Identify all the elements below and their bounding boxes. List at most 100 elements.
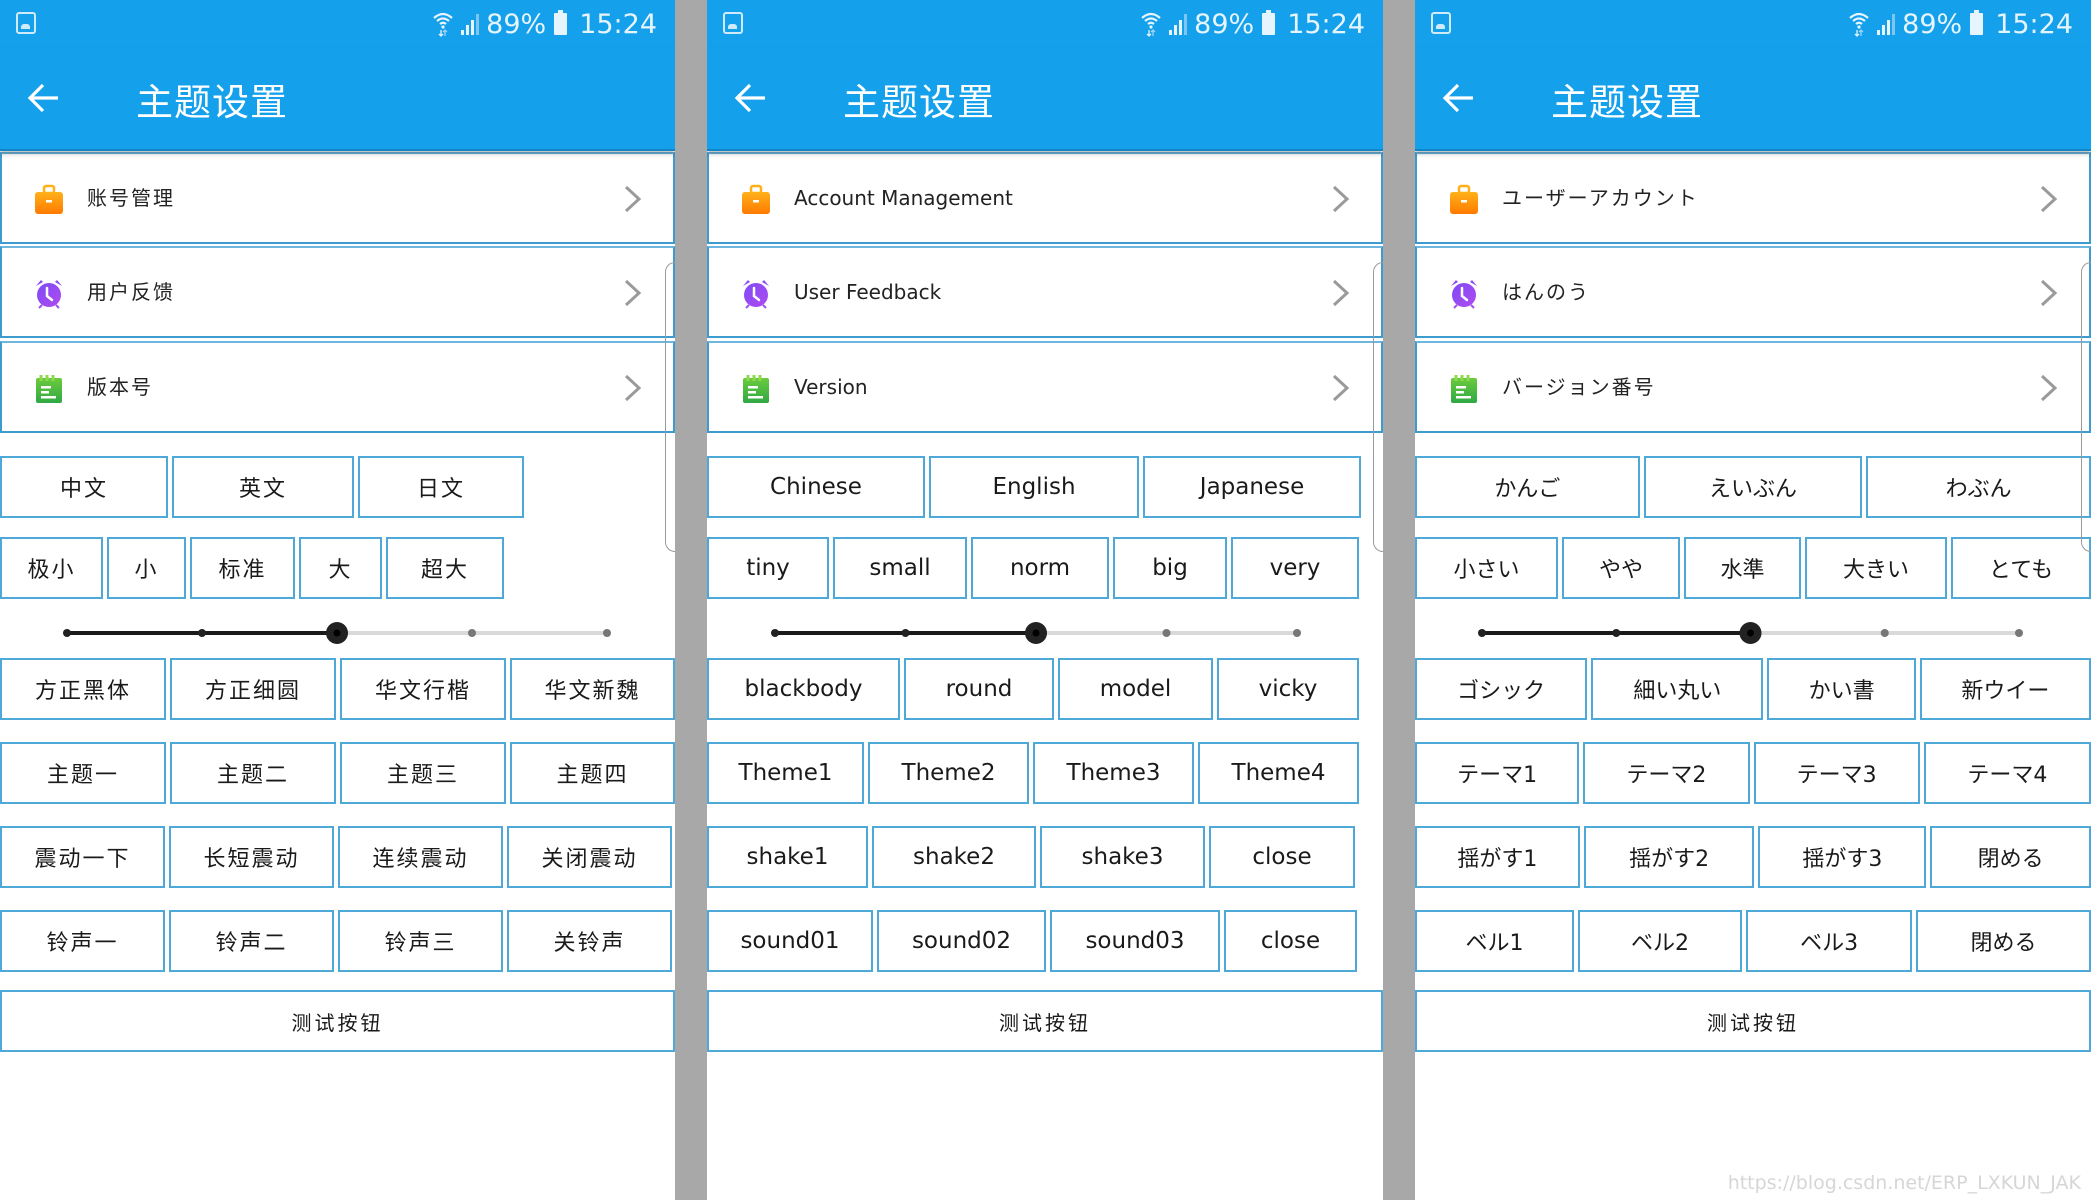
language-button[interactable]: わぶん [1866, 456, 2091, 518]
theme-button[interactable]: Theme1 [707, 742, 864, 804]
sound-button[interactable]: 閉める [1916, 910, 2091, 972]
font-size-button[interactable]: 超大 [386, 537, 504, 599]
test-button[interactable]: 测试按钮 [0, 990, 675, 1052]
sound-button[interactable]: 铃声三 [338, 910, 503, 972]
font-family-button[interactable]: 方正细圆 [170, 658, 336, 720]
font-size-button[interactable]: 大 [299, 537, 382, 599]
font-family-button[interactable]: vicky [1217, 658, 1359, 720]
vibration-button[interactable]: 关闭震动 [507, 826, 672, 888]
font-size-slider[interactable] [707, 613, 1383, 653]
vibration-button[interactable]: 揺がす3 [1758, 826, 1927, 888]
menu-item-feedback[interactable]: User Feedback [707, 246, 1383, 338]
language-button[interactable]: 中文 [0, 456, 168, 518]
test-button[interactable]: 测试按钮 [1415, 990, 2091, 1052]
notepad-icon [740, 373, 772, 405]
language-button[interactable]: かんご [1415, 456, 1640, 518]
menu-item-feedback[interactable]: はんのう [1415, 246, 2091, 338]
font-family-button[interactable]: 华文新魏 [510, 658, 675, 720]
font-family-button[interactable]: round [904, 658, 1054, 720]
slider-tick [1478, 629, 1486, 637]
theme-button[interactable]: Theme2 [868, 742, 1029, 804]
font-family-button[interactable]: 华文行楷 [340, 658, 506, 720]
alarm-clock-icon [33, 278, 65, 310]
sound-button[interactable]: sound02 [877, 910, 1046, 972]
slider-tick [2015, 629, 2023, 637]
language-button[interactable]: えいぶん [1643, 456, 1863, 518]
font-size-slider[interactable] [0, 613, 675, 653]
font-size-button[interactable]: norm [971, 537, 1109, 599]
vibration-button[interactable]: 閉める [1930, 826, 2091, 888]
back-button[interactable] [733, 80, 769, 116]
theme-button[interactable]: テーマ4 [1923, 742, 2091, 804]
sound-button[interactable]: 铃声一 [0, 910, 165, 972]
test-button[interactable]: 测试按钮 [707, 990, 1383, 1052]
font-family-button[interactable]: blackbody [707, 658, 900, 720]
vibration-button[interactable]: 震动一下 [0, 826, 165, 888]
sound-button[interactable]: ベル3 [1746, 910, 1913, 972]
menu-item-version[interactable]: 版本号 [0, 341, 675, 433]
menu-item-account[interactable]: ユーザーアカウント [1415, 152, 2091, 244]
vibration-button[interactable]: 连续震动 [338, 826, 503, 888]
font-size-button[interactable]: 大きい [1805, 537, 1947, 599]
theme-button[interactable]: 主题三 [340, 742, 506, 804]
menu-item-version[interactable]: Version [707, 341, 1383, 433]
language-button[interactable]: Chinese [707, 456, 925, 518]
font-size-button[interactable]: 标准 [190, 537, 295, 599]
vibration-button[interactable]: shake3 [1040, 826, 1205, 888]
theme-button[interactable]: テーマ1 [1415, 742, 1580, 804]
sound-button[interactable]: sound01 [707, 910, 873, 972]
menu-item-version[interactable]: バージョン番号 [1415, 341, 2091, 433]
vibration-button-row: shake1 shake2 shake3 close [707, 826, 1383, 888]
vibration-button[interactable]: 揺がす1 [1415, 826, 1580, 888]
font-family-button[interactable]: 方正黑体 [0, 658, 166, 720]
font-size-button[interactable]: very [1231, 537, 1359, 599]
theme-button[interactable]: テーマ2 [1583, 742, 1750, 804]
vibration-button[interactable]: shake2 [872, 826, 1036, 888]
vibration-button[interactable]: 揺がす2 [1583, 826, 1755, 888]
slider-tick [771, 629, 779, 637]
sound-button[interactable]: sound03 [1050, 910, 1220, 972]
font-size-button[interactable]: 水準 [1684, 537, 1801, 599]
sound-button[interactable]: ベル2 [1578, 910, 1743, 972]
font-size-button[interactable]: tiny [707, 537, 829, 599]
theme-button[interactable]: テーマ3 [1753, 742, 1920, 804]
font-size-button[interactable]: やや [1562, 537, 1680, 599]
theme-button[interactable]: 主题四 [510, 742, 675, 804]
menu-item-feedback[interactable]: 用户反馈 [0, 246, 675, 338]
font-family-button[interactable]: 細い丸い [1591, 658, 1764, 720]
sound-button[interactable]: 铃声二 [169, 910, 334, 972]
sound-button[interactable]: 关铃声 [507, 910, 672, 972]
language-button[interactable]: English [929, 456, 1139, 518]
sound-button[interactable]: close [1224, 910, 1357, 972]
slider-tick [1162, 629, 1171, 637]
language-button[interactable]: Japanese [1143, 456, 1361, 518]
font-size-slider[interactable] [1415, 613, 2091, 653]
font-size-button[interactable]: 小 [107, 537, 186, 599]
font-size-button[interactable]: big [1113, 537, 1227, 599]
font-family-button[interactable]: 新ウイー [1919, 658, 2091, 720]
back-button[interactable] [26, 80, 62, 116]
theme-button[interactable]: Theme4 [1198, 742, 1359, 804]
font-family-button[interactable]: かい書 [1767, 658, 1916, 720]
vibration-button[interactable]: shake1 [707, 826, 868, 888]
vibration-button[interactable]: 长短震动 [169, 826, 334, 888]
language-button[interactable]: 英文 [172, 456, 354, 518]
font-size-button[interactable]: 极小 [0, 537, 103, 599]
vibration-button[interactable]: close [1209, 826, 1355, 888]
font-family-button[interactable]: ゴシック [1415, 658, 1588, 720]
watermark: https://blog.csdn.net/ERP_LXKUN_JAK [1727, 1172, 2081, 1194]
font-family-button[interactable]: model [1058, 658, 1213, 720]
language-button[interactable]: 日文 [358, 456, 524, 518]
font-size-button[interactable]: 小さい [1415, 537, 1558, 599]
font-size-button[interactable]: small [833, 537, 967, 599]
back-button[interactable] [1441, 80, 1477, 116]
arrow-left-icon [734, 83, 765, 113]
menu-item-account[interactable]: Account Management [707, 152, 1383, 244]
notepad-icon [1448, 373, 1480, 405]
font-size-button[interactable]: とても [1951, 537, 2091, 599]
theme-button[interactable]: Theme3 [1033, 742, 1194, 804]
theme-button[interactable]: 主题二 [170, 742, 336, 804]
sound-button[interactable]: ベル1 [1415, 910, 1575, 972]
menu-item-account[interactable]: 账号管理 [0, 152, 675, 244]
theme-button[interactable]: 主题一 [0, 742, 166, 804]
